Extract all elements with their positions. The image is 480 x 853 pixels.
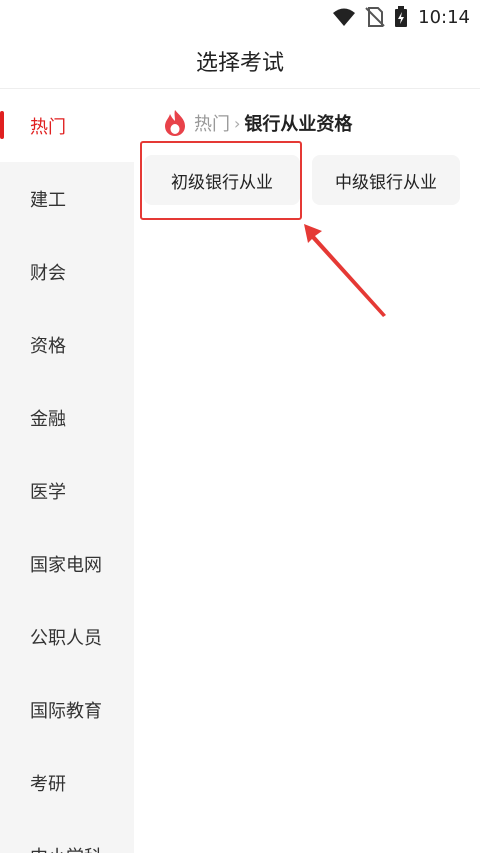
battery-charging-icon <box>395 6 408 27</box>
sidebar-item-k12[interactable]: 中小学科 <box>0 819 134 853</box>
annotation-highlight-box <box>140 141 302 220</box>
sidebar-item-postgrad[interactable]: 考研 <box>0 746 134 819</box>
page-title: 选择考试 <box>195 51 284 76</box>
sidebar-item-intl-education[interactable]: 国际教育 <box>0 673 134 746</box>
title-bar: 选择考试 <box>0 34 480 89</box>
sidebar-item-civil-servants[interactable]: 公职人员 <box>0 600 134 673</box>
exam-content-panel: 热门 › 银行从业资格 初级银行从业 中级银行从业 <box>134 89 480 853</box>
status-time: 10:14 <box>418 6 470 28</box>
status-icons: 10:14 <box>332 5 470 29</box>
breadcrumb-root[interactable]: 热门 <box>194 110 230 136</box>
sidebar-item-accounting[interactable]: 财会 <box>0 235 134 308</box>
exam-option-intermediate-banking[interactable]: 中级银行从业 <box>312 155 460 205</box>
wifi-icon <box>333 8 356 26</box>
breadcrumb: 热门 › 银行从业资格 <box>162 109 352 137</box>
status-bar: 10:14 <box>0 0 480 34</box>
sidebar-item-hot[interactable]: 热门 <box>0 89 134 162</box>
sidebar-item-finance[interactable]: 金融 <box>0 381 134 454</box>
category-sidebar: 热门 建工 财会 资格 金融 医学 国家电网 公职人员 国际教育 考研 中小学科 <box>0 89 134 853</box>
sidebar-item-medicine[interactable]: 医学 <box>0 454 134 527</box>
annotation-arrow <box>304 224 386 317</box>
sidebar-item-construction[interactable]: 建工 <box>0 162 134 235</box>
breadcrumb-current: 银行从业资格 <box>244 114 353 135</box>
fire-icon <box>165 110 185 136</box>
sidebar-item-qualification[interactable]: 资格 <box>0 308 134 381</box>
sidebar-item-state-grid[interactable]: 国家电网 <box>0 527 134 600</box>
no-sim-icon <box>365 7 385 27</box>
breadcrumb-separator: › <box>234 113 241 133</box>
